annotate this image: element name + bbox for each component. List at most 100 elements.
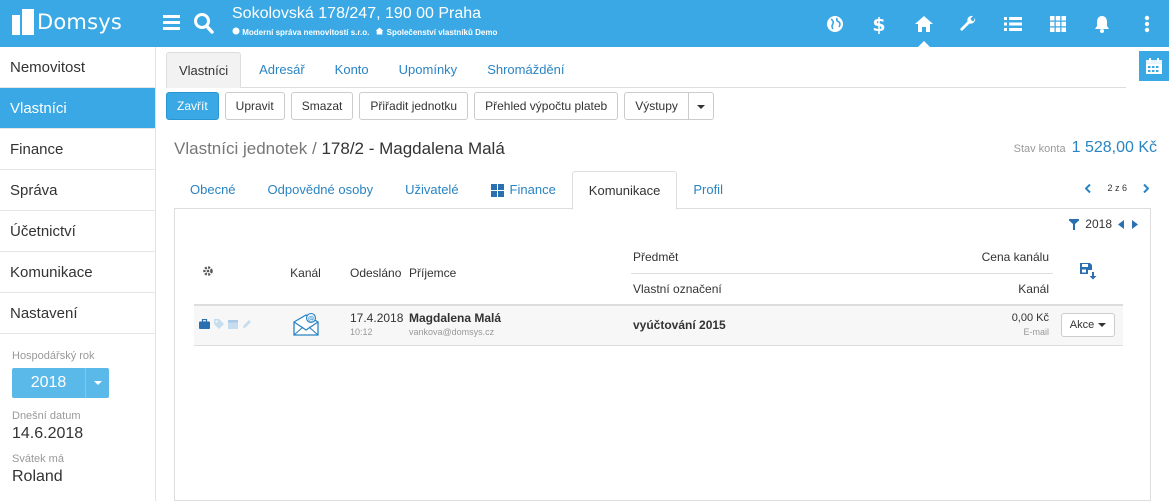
svg-text:$: $ bbox=[873, 14, 886, 34]
chevron-down-icon[interactable] bbox=[85, 368, 109, 398]
sidebar-item-nemovitost[interactable]: Nemovitost bbox=[0, 47, 155, 88]
sent-time: 10:12 bbox=[350, 327, 373, 338]
column-header-channel-2: Kanál bbox=[1018, 281, 1049, 296]
briefcase-icon[interactable] bbox=[199, 319, 210, 330]
outputs-dropdown-button[interactable] bbox=[688, 92, 714, 120]
page-title: Vlastníci jednotek / 178/2 - Magdalena M… bbox=[174, 139, 505, 159]
tab-komunikace[interactable]: Komunikace bbox=[571, 171, 678, 210]
sidebar-item-nastaveni[interactable]: Nastavení bbox=[0, 293, 155, 334]
wrench-icon[interactable] bbox=[946, 0, 991, 47]
page-title-separator: / bbox=[311, 139, 317, 158]
sidebar-item-vlastnici[interactable]: Vlastníci bbox=[0, 88, 155, 129]
sidebar-item-sprava[interactable]: Správa bbox=[0, 170, 155, 211]
more-vertical-icon[interactable] bbox=[1124, 0, 1169, 47]
communication-table: Kanál Odesláno Příjemce Předmět Cena kan… bbox=[194, 241, 1123, 346]
caret-right-icon[interactable] bbox=[1131, 219, 1138, 229]
page-title-main: 178/2 - Magdalena Malá bbox=[321, 139, 505, 158]
channel-cell: E-mail bbox=[1023, 327, 1049, 338]
payment-overview-button[interactable]: Přehled výpočtu plateb bbox=[474, 92, 619, 120]
dollar-icon[interactable]: $ bbox=[857, 0, 902, 47]
calendar-button[interactable] bbox=[1139, 51, 1169, 81]
column-header-recipient: Příjemce bbox=[409, 265, 457, 280]
tab-upominky[interactable]: Upomínky bbox=[387, 52, 470, 88]
calendar-small-icon[interactable] bbox=[228, 319, 238, 330]
communication-panel: 2018 Kanál Odesláno Příjemce Předmět Cen… bbox=[174, 209, 1151, 501]
settings-icon[interactable] bbox=[202, 265, 214, 277]
recipient-email: vankova@domsys.cz bbox=[409, 327, 495, 338]
fiscal-year-select[interactable]: 2018 bbox=[12, 368, 109, 398]
balance-value[interactable]: 1 528,00 Kč bbox=[1072, 139, 1157, 157]
list-icon[interactable] bbox=[991, 0, 1036, 47]
delete-button[interactable]: Smazat bbox=[290, 92, 354, 120]
today-value: 14.6.2018 bbox=[12, 425, 84, 442]
tab-shromazdeni[interactable]: Shromáždění bbox=[475, 52, 576, 88]
edit-button[interactable]: Upravit bbox=[224, 92, 285, 120]
subject-cell: vyúčtování 2015 bbox=[633, 318, 726, 333]
row-actions-button[interactable]: Akce bbox=[1060, 313, 1116, 338]
sent-date: 17.4.2018 bbox=[350, 311, 404, 326]
column-header-own-label: Vlastní označení bbox=[633, 281, 722, 296]
tab-uzivatele[interactable]: Uživatelé bbox=[389, 171, 474, 209]
toolbar: Zavřít Upravit Smazat Přiřadit jednotku … bbox=[166, 92, 714, 120]
chevron-right-icon[interactable] bbox=[1143, 183, 1149, 193]
home-icon[interactable] bbox=[901, 0, 946, 47]
globe-icon[interactable] bbox=[812, 0, 857, 47]
svg-text:@: @ bbox=[307, 314, 314, 322]
company-icon bbox=[232, 27, 240, 35]
calendar-icon bbox=[1146, 58, 1162, 74]
company-link[interactable]: Moderní správa nemovitostí s.r.o. bbox=[232, 27, 369, 39]
outputs-button[interactable]: Výstupy bbox=[624, 92, 689, 120]
record-pager: 2 z 6 bbox=[1085, 183, 1149, 193]
sidebar-item-finance[interactable]: Finance bbox=[0, 129, 155, 170]
search-icon[interactable] bbox=[193, 11, 215, 35]
menu-icon[interactable] bbox=[163, 12, 180, 34]
home-small-icon bbox=[375, 27, 384, 35]
sub-tabs: Obecné Odpovědné osoby Uživatelé Finance… bbox=[174, 171, 1151, 210]
tab-profil[interactable]: Profil bbox=[677, 171, 739, 209]
top-bar: Domsys Sokolovská 178/247, 190 00 Praha … bbox=[0, 0, 1169, 47]
balance-label: Stav konta bbox=[1013, 143, 1066, 155]
caret-left-icon[interactable] bbox=[1118, 219, 1125, 229]
tab-finance-label: Finance bbox=[509, 182, 556, 197]
table-row[interactable]: @ 17.4.2018 10:12 Magdalena Malá vankova… bbox=[194, 305, 1123, 345]
pager-text: 2 z 6 bbox=[1107, 183, 1127, 193]
email-channel-icon: @ bbox=[292, 312, 319, 336]
today-label: Dnešní datum bbox=[12, 410, 81, 422]
grid-icon bbox=[490, 183, 504, 197]
top-tabs: Vlastníci Adresář Konto Upomínky Shromáž… bbox=[166, 52, 1126, 88]
tag-icon[interactable] bbox=[214, 319, 224, 330]
chevron-down-icon bbox=[1098, 323, 1107, 328]
logo-text: Domsys bbox=[37, 10, 122, 34]
column-header-channel: Kanál bbox=[290, 265, 321, 280]
tab-vlastnici[interactable]: Vlastníci bbox=[166, 52, 242, 88]
sidebar-item-komunikace[interactable]: Komunikace bbox=[0, 252, 155, 293]
tab-adresar[interactable]: Adresář bbox=[247, 52, 317, 88]
tab-konto[interactable]: Konto bbox=[323, 52, 381, 88]
outputs-button-group: Výstupy bbox=[624, 92, 714, 120]
close-button[interactable]: Zavřít bbox=[166, 92, 219, 120]
page-title-prefix: Vlastníci jednotek bbox=[174, 139, 308, 158]
pencil-icon[interactable] bbox=[242, 319, 252, 329]
grid-icon[interactable] bbox=[1035, 0, 1080, 47]
bell-icon[interactable] bbox=[1080, 0, 1125, 47]
assign-unit-button[interactable]: Přiřadit jednotku bbox=[359, 92, 469, 120]
tab-odpovedne-osoby[interactable]: Odpovědné osoby bbox=[252, 171, 390, 209]
main-content: Vlastníci Adresář Konto Upomínky Shromáž… bbox=[156, 47, 1169, 501]
row-actions-label: Akce bbox=[1069, 319, 1095, 332]
chevron-left-icon[interactable] bbox=[1085, 183, 1092, 193]
recipient-name[interactable]: Magdalena Malá bbox=[409, 311, 631, 325]
price-cell: 0,00 Kč bbox=[1011, 312, 1049, 325]
column-header-sent: Odesláno bbox=[350, 265, 402, 280]
account-balance: Stav konta 1 528,00 Kč bbox=[1014, 139, 1157, 157]
filter-icon[interactable] bbox=[1069, 218, 1080, 230]
nameday-label: Svátek má bbox=[12, 453, 64, 465]
export-icon[interactable] bbox=[1079, 262, 1097, 280]
sidebar-item-ucetnictvi[interactable]: Účetnictví bbox=[0, 211, 155, 252]
chevron-down-icon bbox=[696, 104, 705, 109]
logo[interactable]: Domsys bbox=[12, 9, 122, 35]
sidebar: Nemovitost Vlastníci Finance Správa Účet… bbox=[0, 47, 156, 501]
filter-year: 2018 bbox=[1085, 217, 1112, 231]
tab-obecne[interactable]: Obecné bbox=[174, 171, 252, 209]
tab-finance[interactable]: Finance bbox=[475, 171, 572, 209]
association-link[interactable]: Společenství vlastníků Demo bbox=[375, 27, 497, 39]
